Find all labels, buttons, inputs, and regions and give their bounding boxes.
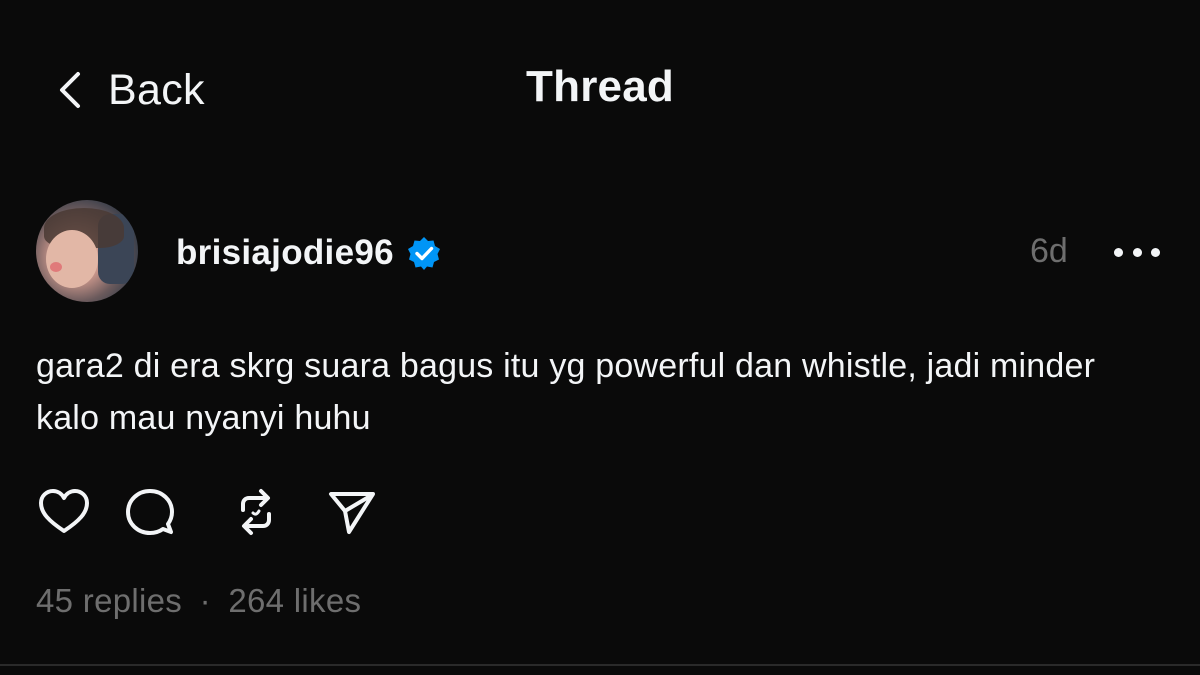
avatar-cheek-shape [50, 262, 62, 272]
post-body: gara2 di era skrg suara bagus itu yg pow… [36, 347, 1096, 437]
more-horizontal-icon-dot [1151, 247, 1160, 257]
verified-badge-icon [407, 237, 440, 270]
more-options-button[interactable] [1114, 232, 1160, 272]
more-horizontal-icon-dot [1114, 247, 1123, 257]
post-stats: 45 replies · 264 likes [36, 582, 361, 620]
username[interactable]: brisiajodie96 [176, 233, 394, 273]
top-bar: Back Thread [0, 0, 1200, 180]
share-button[interactable] [324, 486, 380, 538]
divider [0, 664, 1200, 666]
send-icon [329, 492, 375, 534]
avatar[interactable] [36, 200, 138, 302]
more-horizontal-icon-dot [1132, 247, 1142, 257]
heart-icon [39, 489, 89, 533]
action-bar [36, 486, 380, 538]
likes-count[interactable]: 264 likes [228, 582, 361, 619]
reply-button[interactable] [122, 486, 178, 538]
stats-separator: · [199, 582, 211, 619]
post-timestamp: 6d [1030, 232, 1068, 270]
repost-icon [241, 489, 271, 535]
replies-count[interactable]: 45 replies [36, 582, 182, 619]
author-row: brisiajodie96 [176, 230, 442, 276]
comment-icon [126, 489, 174, 535]
page-title: Thread [526, 62, 674, 111]
avatar-face-shape [46, 230, 98, 288]
repost-button[interactable] [228, 486, 284, 538]
like-button[interactable] [36, 486, 92, 538]
